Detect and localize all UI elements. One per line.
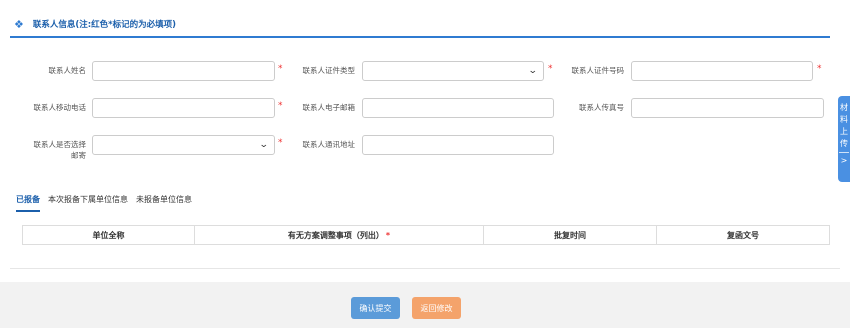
- required-mark: *: [278, 138, 283, 148]
- tab-unreported-units[interactable]: 未报备单位信息: [136, 194, 192, 212]
- chevron-down-icon: ⌄: [259, 140, 270, 150]
- contact-name-input[interactable]: [92, 61, 275, 81]
- column-header-label: 有无方案调整事项（列出）: [287, 230, 384, 240]
- fax-label: 联系人传真号: [579, 103, 624, 112]
- id-type-label: 联系人证件类型: [302, 66, 356, 75]
- confirm-submit-button[interactable]: 确认提交: [351, 297, 400, 319]
- id-number-label: 联系人证件号码: [571, 66, 625, 75]
- chevron-right-icon: >: [840, 156, 848, 165]
- required-mark: *: [278, 101, 283, 111]
- column-header: 单位全称: [23, 226, 195, 244]
- mail-select-label-line1: 联系人是否选择: [33, 140, 87, 149]
- id-type-select[interactable]: ⌄: [362, 61, 544, 81]
- chevron-down-icon: ⌄: [528, 66, 539, 76]
- email-label: 联系人电子邮箱: [302, 103, 356, 112]
- material-upload-tab[interactable]: 材 料 上 传 >: [838, 96, 850, 182]
- sidetab-char: 上: [840, 127, 848, 136]
- column-header-label: 批复时间: [554, 230, 586, 240]
- sidetab-char: 材: [840, 103, 848, 112]
- required-mark: *: [817, 64, 822, 74]
- column-header: 有无方案调整事项（列出） *: [195, 226, 484, 244]
- divider: [10, 268, 840, 269]
- section-title: 联系人信息(注:红色*标记的为必填项): [32, 20, 176, 30]
- section-header: ❖ 联系人信息(注:红色*标记的为必填项): [10, 12, 830, 38]
- email-input[interactable]: [362, 98, 554, 118]
- diamond-icon: ❖: [14, 17, 24, 31]
- sidetab-char: 料: [840, 115, 848, 124]
- required-mark: *: [385, 230, 391, 240]
- fax-input[interactable]: [631, 98, 824, 118]
- tab-bar: 已报备 本次报备下属单位信息 未报备单位信息: [16, 194, 200, 212]
- mobile-label: 联系人移动电话: [33, 103, 87, 112]
- contact-info-panel: ❖ 联系人信息(注:红色*标记的为必填项) 联系人姓名 * 联系人证件类型 ⌄ …: [0, 0, 850, 282]
- tab-subordinate-units[interactable]: 本次报备下属单位信息: [48, 194, 128, 212]
- tab-reported[interactable]: 已报备: [16, 194, 40, 212]
- back-modify-button[interactable]: 返回修改: [412, 297, 461, 319]
- mobile-input[interactable]: [92, 98, 275, 118]
- column-header: 复函文号: [657, 226, 829, 244]
- mail-select-label: 联系人是否选择 邮寄: [20, 139, 87, 161]
- required-mark: *: [278, 64, 283, 74]
- column-header-label: 单位全称: [92, 230, 125, 240]
- sidetab-char: 传: [840, 139, 848, 148]
- column-header: 批复时间: [484, 226, 657, 244]
- id-number-input[interactable]: [631, 61, 813, 81]
- contact-name-label: 联系人姓名: [48, 66, 87, 75]
- column-header-label: 复函文号: [727, 230, 759, 240]
- divider: [839, 152, 849, 153]
- mail-select[interactable]: ⌄: [92, 135, 275, 155]
- mail-select-label-line2: 邮寄: [71, 151, 86, 160]
- data-table-header: 单位全称 有无方案调整事项（列出） * 批复时间 复函文号: [22, 225, 830, 245]
- address-label: 联系人通讯地址: [302, 140, 356, 149]
- address-input[interactable]: [362, 135, 554, 155]
